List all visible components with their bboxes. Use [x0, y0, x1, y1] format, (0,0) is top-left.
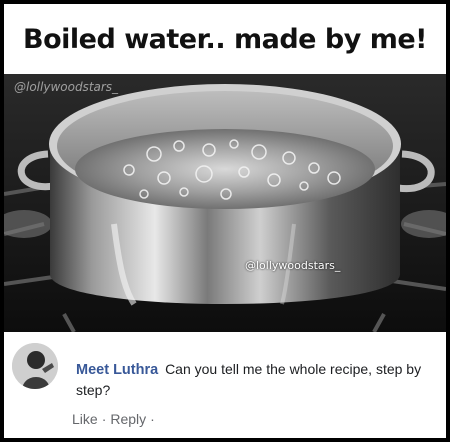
meme-caption: Boiled water.. made by me! [23, 23, 427, 55]
comment-panel: Meet Luthra Can you tell me the whole re… [4, 332, 446, 438]
separator-dot: · [101, 411, 107, 427]
meme-frame: Boiled water.. made by me! @lollywoodsta… [0, 0, 450, 442]
avatar[interactable] [12, 343, 58, 389]
pot-illustration [4, 74, 446, 332]
comment-body: Meet Luthra Can you tell me the whole re… [76, 359, 438, 400]
like-button[interactable]: Like [72, 411, 98, 427]
comment-actions: Like · Reply · [72, 411, 159, 427]
comment-author-link[interactable]: Meet Luthra [76, 362, 158, 378]
watermark-top: @lollywoodstars_ [14, 80, 119, 94]
caption-panel: Boiled water.. made by me! [4, 4, 446, 74]
watermark-bottom: @lollywoodstars_ [245, 259, 341, 272]
boiling-pot-photo: @lollywoodstars_ @lollywoodstars_ [4, 74, 446, 332]
avatar-photo [12, 343, 58, 389]
trailing-separator-dot: · [150, 411, 155, 427]
reply-button[interactable]: Reply [110, 411, 146, 427]
